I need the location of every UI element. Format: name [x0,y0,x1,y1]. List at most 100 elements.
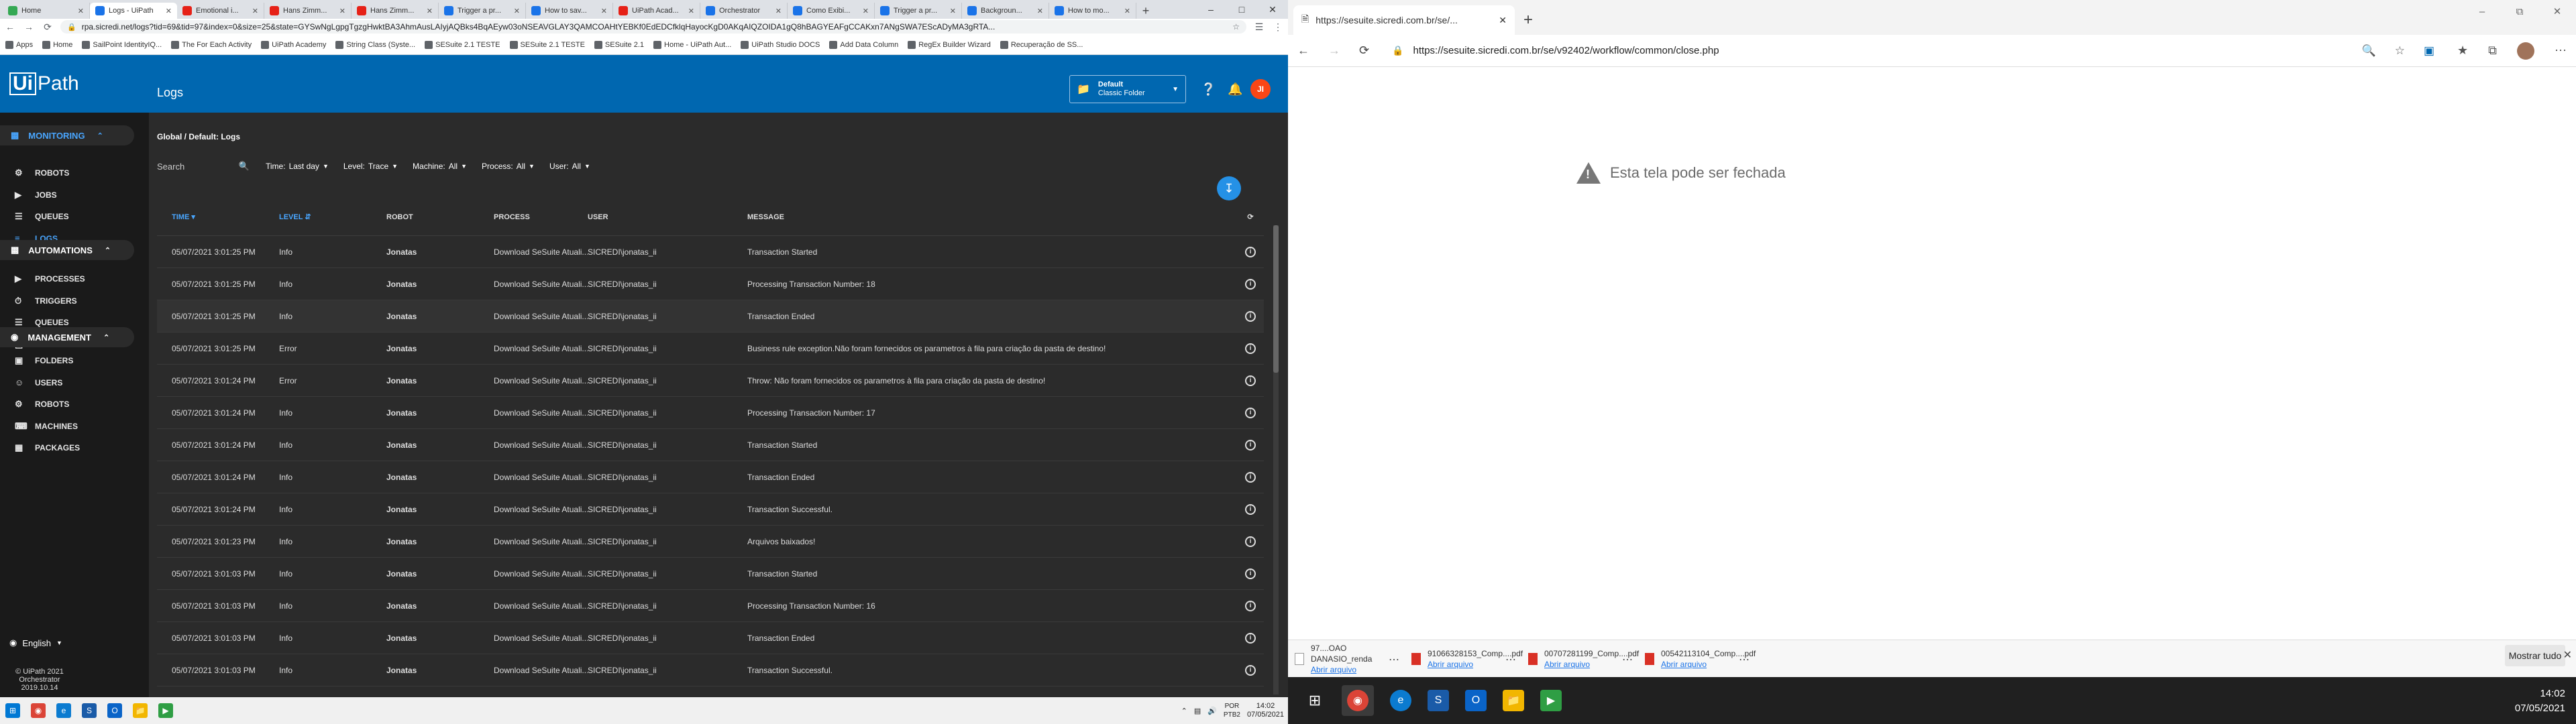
favorites-icon[interactable]: ★ [2457,44,2468,58]
close-icon[interactable]: ✕ [2563,648,2572,662]
chrome-tab[interactable]: Trigger a pr... ✕ [439,3,526,19]
show-all-button[interactable]: Mostrar tudo [2505,645,2565,666]
edge-tab[interactable]: 🗎 https://sesuite.sicredi.com.br/se/... … [1293,5,1515,35]
chrome-tab[interactable]: UiPath Acad... ✕ [613,3,700,19]
filter-machine[interactable]: Machine: All ▼ [413,162,467,171]
filter-user[interactable]: User: All ▼ [549,162,590,171]
bookmark[interactable]: RegEx Builder Wizard [908,40,991,49]
profile-avatar[interactable] [2517,42,2534,60]
chrome-icon[interactable]: ◉ [1342,685,1374,716]
bookmark[interactable]: SailPoint IdentityIQ... [82,40,162,49]
more-options-icon[interactable]: ⋯ [1622,653,1633,666]
filter-level[interactable]: Level: Trace ▼ [343,162,398,171]
info-icon[interactable]: i [1245,664,1256,676]
table-row[interactable]: 05/07/2021 3:01:25 PM Error Jonatas Downloa… [157,333,1264,365]
star-icon[interactable]: ☆ [1232,22,1240,32]
tray-up-icon[interactable]: ⌃ [1181,707,1187,715]
close-tab-icon[interactable]: ✕ [166,7,172,15]
bookmark[interactable]: Recuperação de SS... [1000,40,1083,49]
new-tab-button[interactable]: + [1136,3,1155,19]
sidebar-item-queues[interactable]: ☰ QUEUES [0,208,149,225]
search-input[interactable]: Search 🔍 [157,158,250,174]
bookmark[interactable]: SESuite 2.1 TESTE [509,40,585,49]
bookmark[interactable]: UiPath Studio DOCS [741,40,820,49]
address-bar[interactable]: 🔒 https://sesuite.sicredi.com.br/se/v924… [1388,40,2438,62]
info-icon[interactable]: i [1245,407,1256,418]
table-row[interactable]: 05/07/2021 3:01:03 PM Info Jonatas Download… [157,654,1264,686]
bookmark[interactable]: UiPath Academy [261,40,326,49]
chrome-tab[interactable]: Hans Zimm... ✕ [264,3,352,19]
reload-icon[interactable]: ⟳ [42,21,54,33]
sidebar-item-packages[interactable]: ▦ PACKAGES [0,440,149,456]
table-row[interactable]: 05/07/2021 3:01:25 PM Info Jonatas Download… [157,268,1264,300]
close-tab-icon[interactable]: ✕ [863,7,869,15]
more-options-icon[interactable]: ⋯ [1739,653,1750,666]
network-icon[interactable]: ▤ [1194,707,1201,715]
close-tab-icon[interactable]: ✕ [252,7,258,15]
address-bar[interactable]: 🔒 rpa.sicredi.net/logs?tid=69&tid=97&ind… [60,20,1246,34]
table-row[interactable]: 05/07/2021 3:01:23 PM Info Jonatas Download… [157,526,1264,558]
bookmark[interactable]: Add Data Column [829,40,898,49]
sidebar-section-management[interactable]: ◉ MANAGEMENT ⌃ [0,327,134,347]
skype-icon[interactable]: S [1428,690,1449,711]
info-icon[interactable]: i [1245,503,1256,515]
skype-icon[interactable]: S [82,703,97,718]
maximize-icon[interactable]: □ [1226,0,1257,19]
chrome-tab[interactable]: Emotional i... ✕ [177,3,264,19]
download-item[interactable]: 97....OAO DANASIO_renda Abrir arquivo ⋯ [1288,644,1405,674]
info-icon[interactable]: i [1245,471,1256,483]
info-icon[interactable]: i [1245,439,1256,450]
file-explorer-icon[interactable]: 📁 [133,703,148,718]
bell-icon[interactable]: 🔔 [1228,82,1242,97]
menu-icon[interactable]: ⋮ [1272,21,1284,33]
close-icon[interactable]: ✕ [2538,0,2576,23]
chrome-tab[interactable]: Logs - UiPath ✕ [90,3,177,19]
sidebar-item-robots[interactable]: ⚙ ROBOTS [0,165,149,181]
table-row[interactable]: 05/07/2021 3:01:03 PM Info Jonatas Download… [157,622,1264,654]
restore-icon[interactable]: ⧉ [2501,0,2538,23]
filter-process[interactable]: Process: All ▼ [482,162,535,171]
language-selector[interactable]: ◉ English ▼ [9,638,62,648]
close-tab-icon[interactable]: ✕ [1037,7,1043,15]
sidebar-item-processes[interactable]: ▶ PROCESSES [0,271,149,287]
chrome-tab[interactable]: Orchestrator ✕ [700,3,788,19]
outlook-icon[interactable]: O [1465,690,1487,711]
start-icon[interactable]: ⊞ [5,703,20,718]
bookmark[interactable]: SESuite 2.1 TESTE [425,40,500,49]
extensions-icon[interactable]: ☰ [1253,21,1265,33]
bookmark[interactable]: Apps [5,40,33,49]
chrome-tab[interactable]: Home ✕ [3,3,90,19]
download-item[interactable]: 00707281199_Comp....pdf Abrir arquivo ⋯ [1521,644,1639,674]
close-tab-icon[interactable]: ✕ [514,7,520,15]
input-language[interactable]: POR PTB2 [1224,702,1240,719]
info-icon[interactable]: i [1245,375,1256,386]
chrome-tab[interactable]: Trigger a pr... ✕ [875,3,962,19]
menu-icon[interactable]: ⋯ [2555,44,2567,58]
chrome-tab[interactable]: How to mo... ✕ [1049,3,1136,19]
sidebar-item-robots[interactable]: ⚙ ROBOTS [0,396,149,412]
chrome-tab[interactable]: Backgroun... ✕ [962,3,1049,19]
info-icon[interactable]: i [1245,246,1256,257]
edge-icon[interactable]: e [1390,690,1411,711]
download-button[interactable]: ↧ [1217,176,1241,200]
forward-icon[interactable]: → [1328,44,1340,58]
filter-time[interactable]: Time: Last day ▼ [266,162,329,171]
uipath-logo[interactable]: Ui Path [9,72,79,95]
close-tab-icon[interactable]: ✕ [427,7,433,15]
col-level[interactable]: LEVEL ⇵ [264,213,372,221]
bookmark[interactable]: Home - UiPath Aut... [653,40,731,49]
download-item[interactable]: 00542113104_Comp....pdf Abrir arquivo ⋯ [1638,644,1756,674]
bookmark[interactable]: Home [42,40,72,49]
bookmark[interactable]: The For Each Activity [171,40,252,49]
close-tab-icon[interactable]: ✕ [950,7,956,15]
minimize-icon[interactable]: – [1195,0,1226,19]
table-row[interactable]: 05/07/2021 3:01:24 PM Info Jonatas Download… [157,397,1264,429]
clock[interactable]: 14:02 07/05/2021 [1247,702,1284,719]
clock[interactable]: 14:02 07/05/2021 [2515,686,2565,716]
sidebar-item-users[interactable]: ☺ USERS [0,375,149,391]
table-row[interactable]: 05/07/2021 3:01:24 PM Error Jonatas Downloa… [157,365,1264,397]
info-icon[interactable]: i [1245,536,1256,547]
chrome-tab[interactable]: Como Exibi... ✕ [788,3,875,19]
download-item[interactable]: 91066328153_Comp....pdf Abrir arquivo ⋯ [1405,644,1523,674]
refresh-icon[interactable]: ⟳ [1237,213,1264,221]
